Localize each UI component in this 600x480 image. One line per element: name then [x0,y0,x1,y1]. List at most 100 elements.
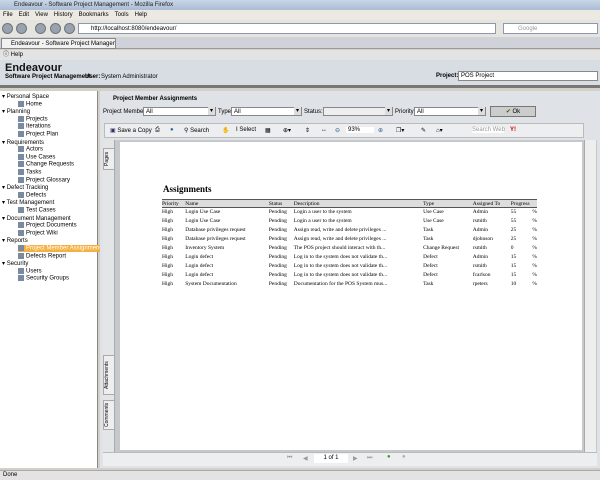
ok-button[interactable]: ✔ Ok [490,106,536,117]
fit-page-icon[interactable]: ⇕ [305,127,310,134]
item-icon [18,245,24,251]
sidebar-item[interactable]: Home [18,100,43,108]
stop-icon[interactable] [50,23,61,34]
select-button[interactable]: I Select [236,127,256,133]
reload-icon[interactable] [35,23,46,34]
tab-attachments[interactable]: Attachments [103,355,115,395]
sidebar-group[interactable]: ▾ Test Management [2,199,54,206]
snapshot-icon[interactable]: ▦ [265,127,271,134]
sidebar-group[interactable]: ▾ Requirements [2,139,44,146]
next-page-icon[interactable]: ▶ [353,455,358,462]
back-icon[interactable] [2,23,13,34]
table-cell: rsmith [472,245,487,251]
forward-icon[interactable] [16,23,27,34]
last-page-icon[interactable]: ⏭ [367,455,372,462]
sign-icon[interactable]: ✎ [421,127,426,134]
sidebar-item[interactable]: Tasks [18,169,41,176]
go-back-icon[interactable]: ● [402,454,406,460]
sidebar-item[interactable]: Project Member Assignments [18,245,105,252]
priority-select[interactable]: All [414,107,486,116]
sidebar-group[interactable]: ▾ Document Management [2,215,71,222]
status-bar: Done [0,470,600,480]
item-label: Project Member Assignments [26,245,105,252]
zoom-in-plus-icon[interactable]: ⊕ [378,127,383,134]
table-cell: Assign read, write and delete privileges… [293,236,387,242]
menu-help[interactable]: Help [135,12,147,18]
first-page-icon[interactable]: ⏮ [287,455,292,462]
vertical-scrollbar[interactable] [584,140,596,452]
go-forward-icon[interactable]: ● [387,454,391,460]
sidebar-item[interactable]: Actors [18,146,43,153]
sidebar-group[interactable]: ▾ Planning [2,108,30,115]
sidebar-item[interactable]: Project Documents [18,222,77,229]
pages-icon[interactable]: ❐▾ [396,127,404,134]
zoom-in-icon[interactable]: ⊕▾ [283,127,291,134]
table-cell: Login defect [185,272,214,278]
item-label: Iterations [26,123,51,130]
item-label: Home [26,101,43,108]
sidebar-item[interactable]: Defects Report [18,252,66,259]
hand-icon[interactable]: ✋ [222,127,229,134]
sidebar-group[interactable]: ▾ Personal Space [2,93,49,100]
menu-bookmarks[interactable]: Bookmarks [79,12,109,18]
fit-width-icon[interactable]: ↔ [321,127,327,133]
group-label: Defect Tracking [6,185,49,192]
sidebar-group[interactable]: ▾ Reports [2,237,28,244]
menu-tools[interactable]: Tools [115,12,129,18]
sidebar-item[interactable]: Test Cases [18,207,56,214]
group-label: Planning [6,109,31,116]
page-number[interactable]: 1 of 1 [314,454,348,463]
tab-comments[interactable]: Comments [103,400,115,430]
table-row: High Login defect Pending Log in to the sys… [162,271,537,280]
prev-page-icon[interactable]: ◀ [303,455,308,462]
sidebar-item[interactable]: Defects [18,191,46,198]
column-header: Progress [510,199,537,208]
project-select[interactable]: POS Project [458,71,598,81]
sidebar-item[interactable]: Security Groups [18,275,69,282]
home-icon[interactable] [64,23,75,34]
group-label: Document Management [6,215,71,222]
url-bar[interactable]: http://localhost:8080/endeavour/ [78,23,496,34]
save-copy-button[interactable]: ▣ Save a Copy [110,127,152,134]
table-cell: The POS project should interact with th.… [293,245,386,251]
table-cell: Database privileges request [185,227,246,233]
status-select[interactable] [323,107,393,116]
sidebar-item[interactable]: Users [18,267,42,274]
sidebar-item[interactable]: Projects [18,115,48,122]
menu-edit[interactable]: Edit [19,12,29,18]
table-cell: High [162,281,173,287]
sidebar-group[interactable]: ▾ Security [2,260,28,267]
member-select[interactable]: All [143,107,216,116]
sidebar-group[interactable]: ▾ Defect Tracking [2,184,48,191]
zoom-level[interactable]: 93% [346,127,374,133]
zoom-out-icon[interactable]: ⊖ [335,127,340,134]
table-cell: Task [423,281,434,287]
table-cell: Task [423,227,434,233]
search-button[interactable]: ⚲ Search [184,127,209,134]
home-arrow-icon[interactable]: ⌂▾ [436,127,443,134]
sidebar-item[interactable]: Project Wiki [18,229,58,236]
menu-history[interactable]: History [54,12,73,18]
type-select[interactable]: All [231,107,302,116]
sidebar-item[interactable]: Project Plan [18,131,58,138]
menu-file[interactable]: File [3,12,13,18]
column-header: Name [185,199,269,208]
tab-pages[interactable]: Pages [103,148,115,170]
user-label: User: [85,74,101,80]
sidebar-item[interactable]: Iterations [18,123,51,130]
sidebar-item[interactable]: Change Requests [18,161,74,168]
sidebar-item[interactable]: Use Cases [18,153,55,160]
search-input[interactable]: Google [503,23,598,34]
item-icon [18,207,24,213]
table-cell: Admin [472,227,489,233]
yahoo-icon[interactable]: Y! [510,127,516,133]
menu-view[interactable]: View [35,12,48,18]
help-label: Help [10,52,24,58]
sidebar-item[interactable]: Project Glossary [18,176,70,183]
table-cell: Pending [268,263,287,269]
help-link[interactable]: ⓘ Help [0,50,600,60]
print-icon[interactable]: ⎙ [155,127,160,134]
email-icon[interactable]: ● [170,127,174,133]
search-web-input[interactable]: Search Web [472,127,505,133]
browser-tab[interactable]: Endeavour - Software Project Managem... [1,38,116,49]
